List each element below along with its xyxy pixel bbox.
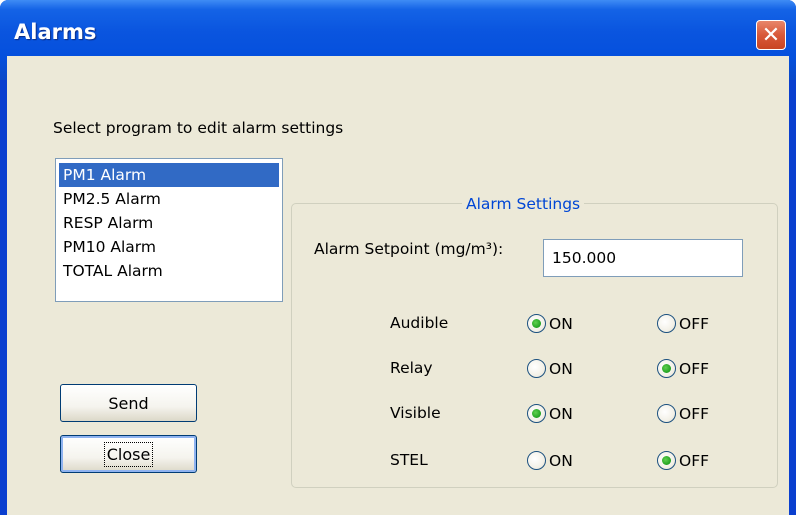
relay-label: Relay <box>390 359 433 377</box>
radio-unselected-icon <box>657 314 676 333</box>
radio-label: ON <box>549 451 573 470</box>
radio-label: ON <box>549 314 573 333</box>
radio-label: OFF <box>679 359 710 378</box>
visible-off-radio[interactable]: OFF <box>657 404 709 423</box>
radio-unselected-icon <box>527 451 546 470</box>
list-item[interactable]: PM10 Alarm <box>59 235 279 259</box>
stel-on-radio[interactable]: ON <box>527 451 573 470</box>
send-button[interactable]: Send <box>60 384 197 422</box>
send-button-label: Send <box>108 393 149 413</box>
audible-off-radio[interactable]: OFF <box>657 314 709 333</box>
radio-selected-icon <box>527 404 546 423</box>
list-item[interactable]: TOTAL Alarm <box>59 259 279 283</box>
radio-selected-icon <box>657 451 676 470</box>
select-program-prompt: Select program to edit alarm settings <box>53 119 344 137</box>
relay-off-radio[interactable]: OFF <box>657 359 709 378</box>
alarm-setpoint-field[interactable]: 150.000 <box>543 239 743 277</box>
close-icon: ✕ <box>761 22 781 48</box>
radio-unselected-icon <box>527 359 546 378</box>
radio-selected-icon <box>657 359 676 378</box>
stel-off-radio[interactable]: OFF <box>657 451 709 470</box>
radio-label: OFF <box>679 404 710 423</box>
visible-label: Visible <box>390 404 441 422</box>
radio-selected-icon <box>527 314 546 333</box>
list-item[interactable]: PM2.5 Alarm <box>59 187 279 211</box>
stel-label: STEL <box>390 451 428 469</box>
dialog-body: Select program to edit alarm settings PM… <box>7 56 789 515</box>
audible-on-radio[interactable]: ON <box>527 314 573 333</box>
list-item[interactable]: PM1 Alarm <box>59 163 279 187</box>
alarm-settings-title: Alarm Settings <box>462 195 585 213</box>
close-button-label: Close <box>103 441 154 467</box>
alarm-setpoint-label: Alarm Setpoint (mg/m³): <box>314 240 504 258</box>
radio-label: ON <box>549 404 573 423</box>
close-button[interactable]: Close <box>60 435 197 473</box>
list-item[interactable]: RESP Alarm <box>59 211 279 235</box>
close-window-button[interactable]: ✕ <box>756 20 786 50</box>
audible-label: Audible <box>390 314 449 332</box>
radio-unselected-icon <box>657 404 676 423</box>
alarms-dialog: Alarms ✕ Select program to edit alarm se… <box>0 0 796 515</box>
radio-label: OFF <box>679 314 710 333</box>
window-title: Alarms <box>14 20 97 44</box>
relay-on-radio[interactable]: ON <box>527 359 573 378</box>
visible-on-radio[interactable]: ON <box>527 404 573 423</box>
radio-label: ON <box>549 359 573 378</box>
radio-label: OFF <box>679 451 710 470</box>
alarm-program-list[interactable]: PM1 Alarm PM2.5 Alarm RESP Alarm PM10 Al… <box>55 158 283 302</box>
